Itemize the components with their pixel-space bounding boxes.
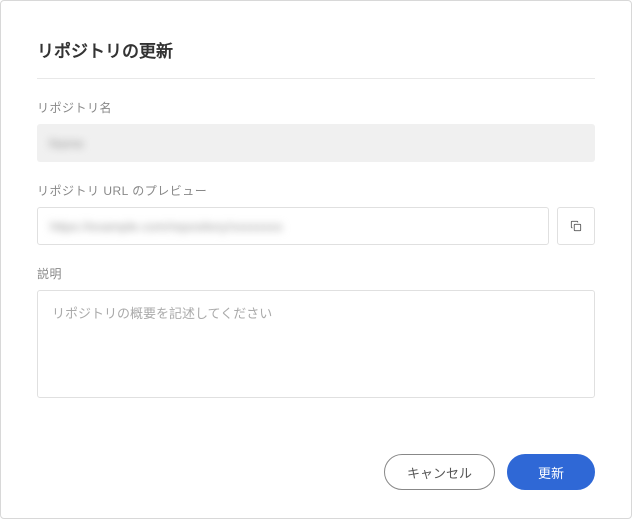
repository-name-label: リポジトリ名 (37, 99, 595, 116)
repository-name-input[interactable]: Name (37, 124, 595, 162)
repository-url-value: https://example.com/repository/xxxxxxxx (50, 219, 283, 234)
repository-name-value: Name (49, 136, 84, 151)
description-field: 説明 (37, 265, 595, 403)
update-repository-dialog: リポジトリの更新 リポジトリ名 Name リポジトリ URL のプレビュー ht… (0, 0, 632, 519)
repository-url-input[interactable]: https://example.com/repository/xxxxxxxx (37, 207, 549, 245)
submit-button[interactable]: 更新 (507, 454, 595, 490)
copy-icon (569, 219, 583, 233)
repository-name-field: リポジトリ名 Name (37, 99, 595, 162)
cancel-button[interactable]: キャンセル (384, 454, 495, 490)
description-label: 説明 (37, 265, 595, 282)
description-textarea[interactable] (37, 290, 595, 398)
dialog-title: リポジトリの更新 (37, 37, 595, 62)
repository-url-label: リポジトリ URL のプレビュー (37, 182, 595, 199)
dialog-footer: キャンセル 更新 (37, 436, 595, 490)
divider (37, 78, 595, 79)
copy-url-button[interactable] (557, 207, 595, 245)
repository-url-field: リポジトリ URL のプレビュー https://example.com/rep… (37, 182, 595, 245)
